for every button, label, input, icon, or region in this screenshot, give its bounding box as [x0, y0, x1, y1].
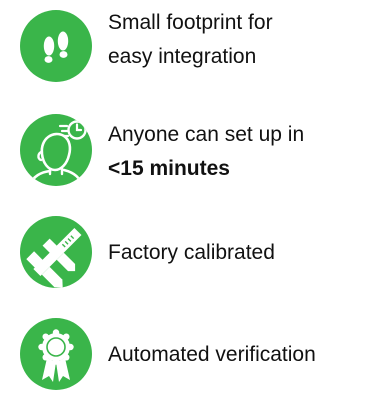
- person-timer-icon: [20, 114, 92, 186]
- feature-line-1: Automated verification: [108, 343, 316, 366]
- feature-text: Automated verification: [108, 338, 316, 372]
- feature-text: Small footprint for easy integration: [108, 6, 273, 74]
- feature-list: Small footprint for easy integration Any…: [0, 0, 384, 404]
- award-ribbon-icon: [20, 318, 92, 390]
- feature-text: Factory calibrated: [108, 236, 275, 270]
- feature-line-2: <15 minutes: [108, 157, 230, 180]
- footprints-icon: [20, 10, 92, 82]
- feature-line-1: Small footprint for: [108, 11, 273, 34]
- feature-text: Anyone can set up in <15 minutes: [108, 118, 304, 186]
- feature-line-1: Factory calibrated: [108, 241, 275, 264]
- caliper-icon: [20, 216, 92, 288]
- feature-line-1: Anyone can set up in: [108, 123, 305, 146]
- feature-line-2: easy integration: [108, 45, 257, 68]
